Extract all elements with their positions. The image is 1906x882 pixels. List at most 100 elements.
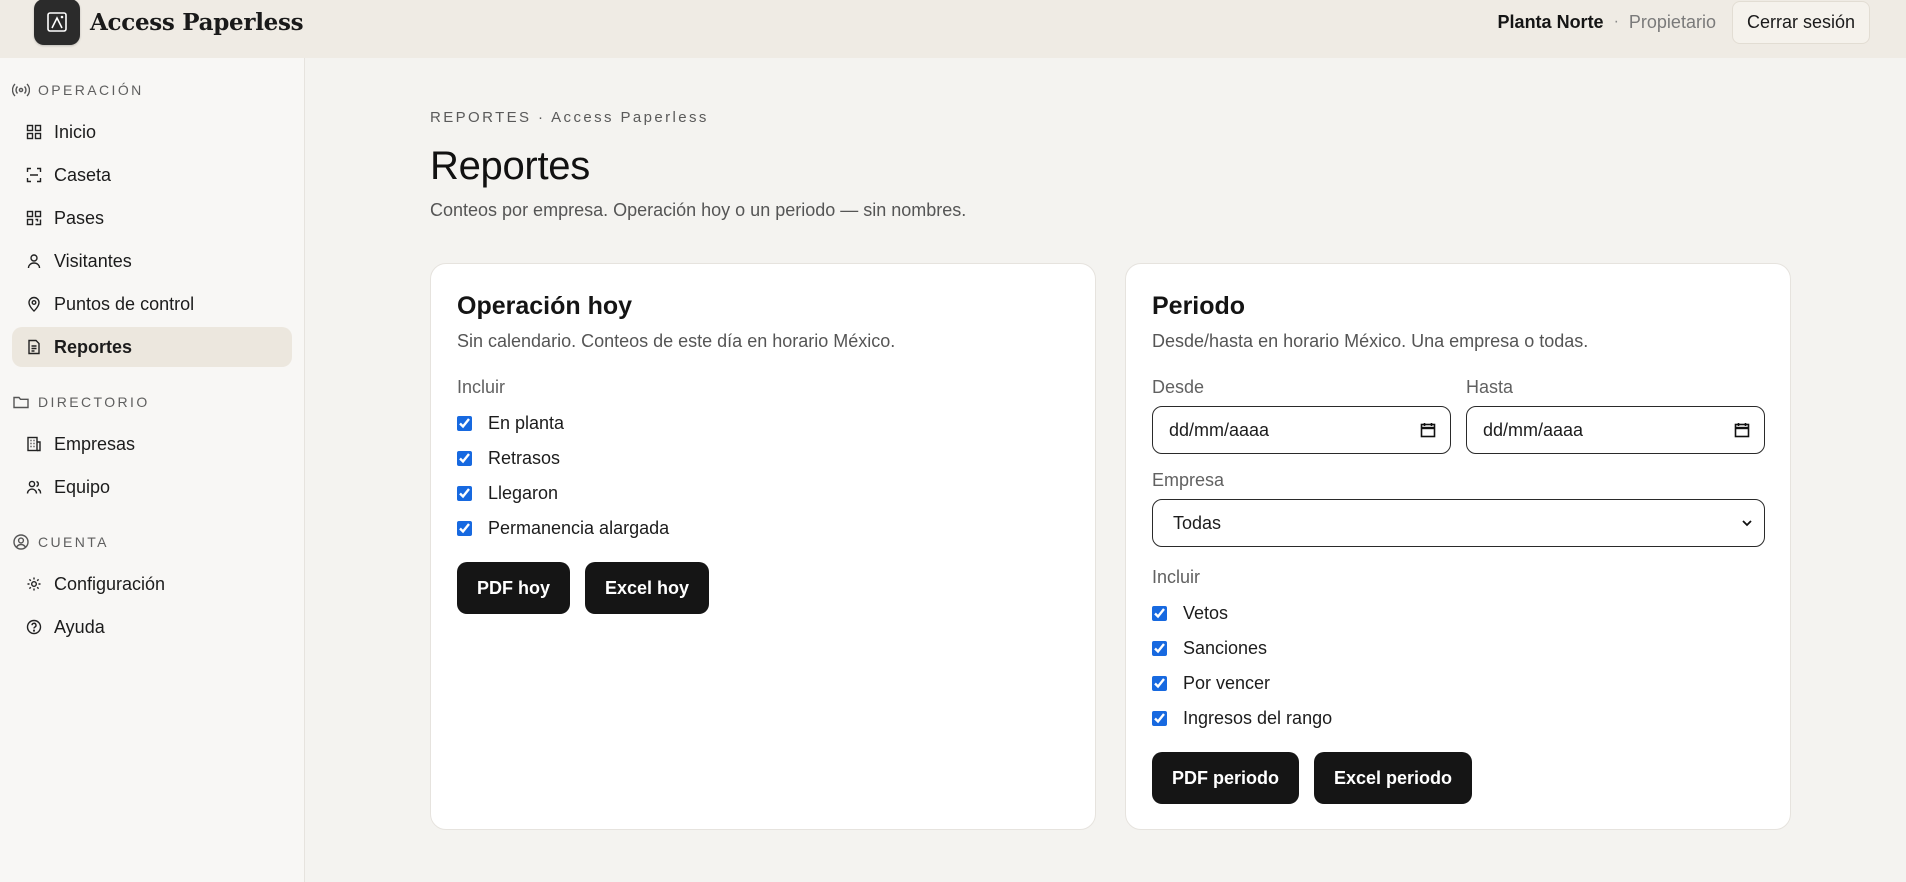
checkbox[interactable] [457,416,472,431]
option-sanciones[interactable]: Sanciones [1152,631,1764,666]
sidebar-section-directorio: DIRECTORIO [12,392,292,412]
calendar-icon[interactable] [1420,422,1436,438]
to-label: Hasta [1466,377,1514,397]
broadcast-icon [12,83,30,97]
brand[interactable]: Access Paperless [34,0,304,45]
sidebar-item-label: Visitantes [54,250,132,271]
chevron-down-icon [1742,520,1752,527]
building-icon [27,436,41,452]
period-actions: PDF periodo Excel periodo [1152,752,1764,804]
sidebar-item-inicio[interactable]: Inicio [12,112,292,152]
option-label: Retrasos [488,448,561,468]
calendar-icon[interactable] [1734,422,1750,438]
from-date-input[interactable]: dd/mm/aaaa [1152,406,1451,454]
card-description: Desde/hasta en horario México. Una empre… [1152,331,1589,351]
option-label: Por vencer [1183,673,1271,693]
sidebar-item-label: Equipo [54,476,111,497]
checkbox[interactable] [1152,641,1167,656]
card-title: Operación hoy [457,292,633,320]
sidebar-item-configuracion[interactable]: Configuración [12,564,292,604]
date-placeholder: dd/mm/aaaa [1483,419,1584,440]
pdf-today-button[interactable]: PDF hoy [457,562,571,614]
to-date-input[interactable]: dd/mm/aaaa [1466,406,1765,454]
scan-icon [26,167,42,183]
page-title: Reportes [430,144,590,188]
from-label: Desde [1152,377,1205,397]
sidebar-item-caseta[interactable]: Caseta [12,155,292,195]
option-label: Sanciones [1183,638,1268,658]
sidebar-item-pases[interactable]: Pases [12,198,292,238]
sidebar-item-label: Inicio [54,121,97,142]
sidebar-item-equipo[interactable]: Equipo [12,467,292,507]
sidebar-item-ayuda[interactable]: Ayuda [12,607,292,647]
option-ingresos-del-rango[interactable]: Ingresos del rango [1152,701,1764,736]
include-label: Incluir [457,377,506,397]
sidebar-section-title: DIRECTORIO [38,394,150,410]
checkbox[interactable] [1152,711,1167,726]
company-select[interactable]: Todas [1152,499,1765,547]
checkbox[interactable] [457,451,472,466]
checkbox[interactable] [1152,676,1167,691]
option-llegaron[interactable]: Llegaron [457,476,1069,511]
option-label: Permanencia alargada [488,518,670,538]
logout-button[interactable]: Cerrar sesión [1731,0,1870,44]
pdf-period-button[interactable]: PDF periodo [1152,752,1299,804]
excel-period-button[interactable]: Excel periodo [1314,752,1473,804]
breadcrumb: REPORTES · Access Paperless [430,109,709,126]
option-por-vencer[interactable]: Por vencer [1152,666,1764,701]
folder-icon [13,396,29,409]
app-name: Access Paperless [90,8,304,36]
sidebar-section-title: CUENTA [38,534,109,550]
option-label: Vetos [1183,603,1229,623]
option-en-planta[interactable]: En planta [457,406,1069,441]
grid-icon [26,124,42,140]
header-separator: · [1613,13,1619,30]
today-actions: PDF hoy Excel hoy [457,562,1069,614]
sidebar-section-cuenta: CUENTA [12,532,292,552]
sidebar-item-label: Caseta [54,164,112,185]
company-label: Empresa [1152,470,1225,490]
app-logo-icon [34,0,80,45]
user-icon [27,254,41,269]
option-label: Ingresos del rango [1183,708,1333,728]
page-subtitle: Conteos por empresa. Operación hoy o un … [430,200,967,220]
sidebar-item-puntos-de-control[interactable]: Puntos de control [12,284,292,324]
excel-today-button[interactable]: Excel hoy [585,562,710,614]
period-report-card: Periodo Desde/hasta en horario México. U… [1125,263,1791,830]
to-field-group: Hasta dd/mm/aaaa [1466,377,1765,454]
from-field-group: Desde dd/mm/aaaa [1152,377,1451,454]
user-role: Propietario [1628,11,1716,32]
date-range: Desde dd/mm/aaaa Hasta dd/mm/aaaa [1152,377,1765,454]
sidebar: OPERACIÓN Inicio Caseta Pases Visitantes… [0,58,305,882]
option-label: Llegaron [488,483,559,503]
option-vetos[interactable]: Vetos [1152,596,1764,631]
date-placeholder: dd/mm/aaaa [1169,419,1270,440]
checkbox[interactable] [1152,606,1167,621]
checkbox[interactable] [457,521,472,536]
file-text-icon [28,339,40,355]
sidebar-item-empresas[interactable]: Empresas [12,424,292,464]
sidebar-item-label: Reportes [54,336,133,357]
gear-icon [27,577,41,591]
plant-name: Planta Norte [1497,11,1604,32]
sidebar-item-reportes[interactable]: Reportes [12,327,292,367]
sidebar-section-operacion: OPERACIÓN [12,80,292,100]
sidebar-item-label: Pases [54,207,105,228]
top-bar: Access Paperless Planta Norte · Propieta… [0,0,1906,58]
user-circle-icon [13,534,29,550]
sidebar-item-label: Puntos de control [54,293,195,314]
users-icon [26,480,42,494]
company-selected-value: Todas [1173,512,1222,533]
sidebar-item-label: Configuración [54,573,166,594]
sidebar-item-label: Ayuda [54,616,105,637]
option-permanencia-alargada[interactable]: Permanencia alargada [457,511,1069,546]
user-menu: Planta Norte · Propietario Cerrar sesión [1497,0,1870,44]
option-label: En planta [488,413,565,433]
option-retrasos[interactable]: Retrasos [457,441,1069,476]
checkbox[interactable] [457,486,472,501]
qr-icon [26,210,42,226]
today-report-card: Operación hoy Sin calendario. Conteos de… [430,263,1096,830]
sidebar-item-visitantes[interactable]: Visitantes [12,241,292,281]
sidebar-item-label: Empresas [54,433,136,454]
help-circle-icon [26,619,42,635]
